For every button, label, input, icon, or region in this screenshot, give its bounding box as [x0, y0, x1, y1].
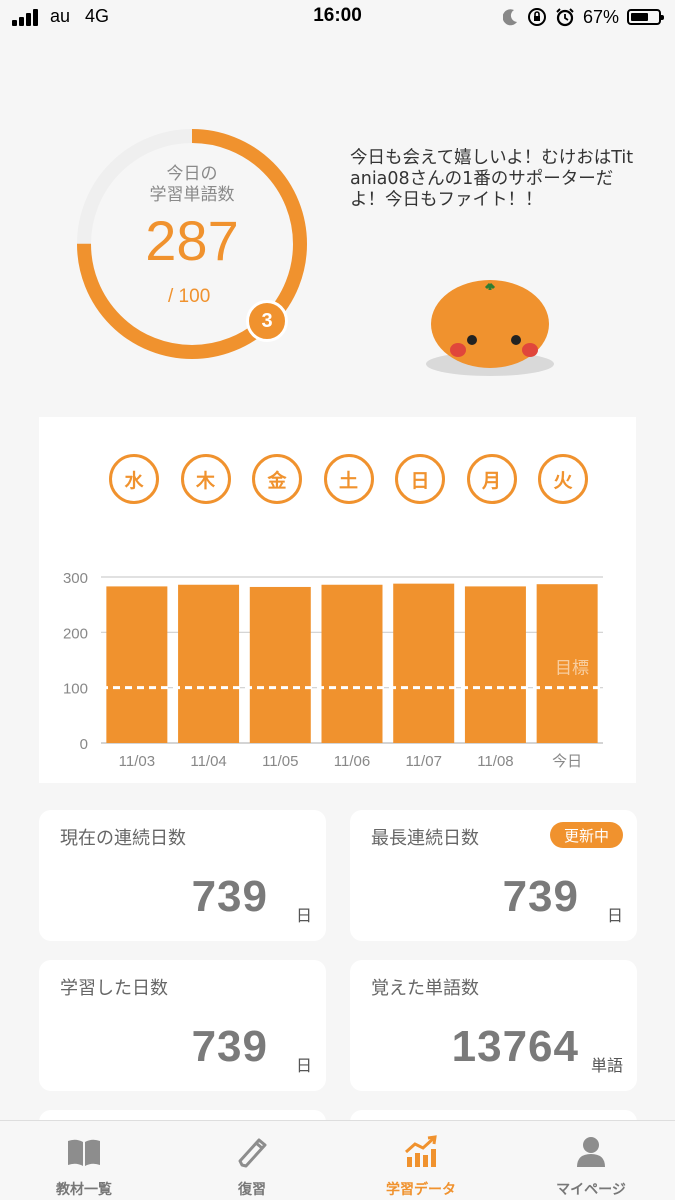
weekday-row: 水木金土日月火 [39, 417, 636, 517]
tab-my-page[interactable]: マイページ [507, 1121, 675, 1200]
study-days-value: 739 [191, 1022, 268, 1071]
current-streak-unit: 日 [295, 906, 312, 925]
ring-label: 今日の 学習単語数 [70, 164, 314, 206]
study-days-unit: 日 [295, 1056, 312, 1075]
bar [249, 586, 311, 743]
tab-materials-label: 教材一覧 [56, 1182, 112, 1198]
learned-words-value: 13764 [451, 1022, 579, 1071]
carrier-text: au 4G [50, 6, 109, 27]
status-right: 67% [502, 4, 664, 30]
weekday-circle: 水 [109, 454, 159, 504]
weekday-circle: 木 [180, 454, 231, 504]
battery-fill [631, 13, 649, 21]
updating-badge: 更新中 [549, 822, 623, 848]
battery-percent: 67% [582, 6, 619, 27]
today-word-count: 287 [145, 209, 239, 272]
learned-words-label: 覚えた単語数 [371, 978, 479, 999]
target-label: 目標 [555, 659, 589, 679]
ring-label-line2: 学習単語数 [149, 185, 235, 205]
weekday-circle: 日 [395, 454, 445, 504]
tab-bar: 教材一覧 復習 学習データ マイページ [0, 1120, 675, 1200]
x-tick-label: 11/03 [119, 753, 155, 770]
status-bar: au 4G 16:00 67% [0, 0, 675, 36]
weekday-circle: 金 [252, 454, 302, 504]
y-tick-label: 0 [80, 736, 88, 753]
bar [393, 583, 455, 743]
study-days-card: 学習した日数 739 日 [39, 960, 326, 1091]
longest-streak-card: 最長連続日数 更新中 739 日 [350, 810, 637, 941]
signal-icon [12, 8, 40, 26]
y-tick-label: 200 [63, 625, 88, 642]
ring-label-line1: 今日の [166, 164, 218, 184]
rotation-lock-icon [527, 8, 546, 26]
current-streak-value: 739 [191, 872, 268, 921]
x-tick-label: 11/06 [334, 753, 370, 770]
tab-study-data[interactable]: 学習データ [337, 1121, 505, 1200]
mascot-speech: 今日も会えて嬉しいよ！むけおはTitania08さんの1番のサポーターだよ！今日… [350, 148, 634, 210]
lap-badge: 3 [246, 300, 288, 342]
weekday-circle: 土 [323, 454, 374, 504]
alarm-icon [556, 8, 574, 27]
carrier-name: au [50, 6, 71, 26]
learned-words-card: 覚えた単語数 13764 単語 [350, 960, 637, 1091]
pencil-icon [238, 1138, 267, 1168]
tab-my-page-label: マイページ [556, 1182, 626, 1198]
bar [464, 586, 526, 743]
x-tick-label: 11/05 [262, 753, 298, 770]
current-streak-label: 現在の連続日数 [60, 828, 186, 849]
x-tick-label: 今日 [552, 753, 582, 770]
weekday-circle: 月 [466, 454, 517, 504]
weekly-chart-card: 水木金土日月火 0 100 200 300 11/03 11/04 11/05 11/06 11… [39, 417, 636, 783]
y-tick-label: 100 [63, 681, 88, 698]
y-tick-label: 300 [63, 570, 88, 587]
x-tick-label: 11/04 [190, 753, 226, 770]
weekly-bar-chart: 0 100 200 300 11/03 11/04 11/05 11/06 11/07 11/08… [63, 570, 603, 770]
chart-icon [405, 1135, 437, 1167]
moon-icon [502, 9, 517, 26]
x-tick-label: 11/07 [405, 753, 441, 770]
longest-streak-unit: 日 [606, 906, 623, 925]
study-days-label: 学習した日数 [60, 978, 168, 999]
weekday-circle: 火 [538, 454, 588, 504]
person-icon [577, 1137, 605, 1167]
tab-review-label: 復習 [238, 1182, 266, 1198]
tab-review[interactable]: 復習 [168, 1121, 336, 1200]
daily-progress-ring: 今日の 学習単語数 287 / 100 3 [70, 122, 314, 366]
mandarin-mascot-icon[interactable] [420, 276, 560, 380]
tab-study-data-label: 学習データ [386, 1182, 456, 1198]
tab-materials[interactable]: 教材一覧 [0, 1121, 168, 1200]
current-streak-card: 現在の連続日数 739 日 [39, 810, 326, 941]
network-type: 4G [85, 6, 110, 26]
learned-words-unit: 単語 [590, 1056, 623, 1075]
daily-goal: / 100 [168, 286, 211, 307]
book-icon [68, 1139, 100, 1166]
longest-streak-value: 739 [502, 872, 579, 921]
x-tick-label: 11/08 [477, 753, 513, 770]
bar [178, 584, 240, 743]
bar [106, 586, 168, 743]
bar [321, 584, 383, 743]
battery-icon [627, 9, 664, 25]
longest-streak-label: 最長連続日数 [371, 828, 479, 849]
